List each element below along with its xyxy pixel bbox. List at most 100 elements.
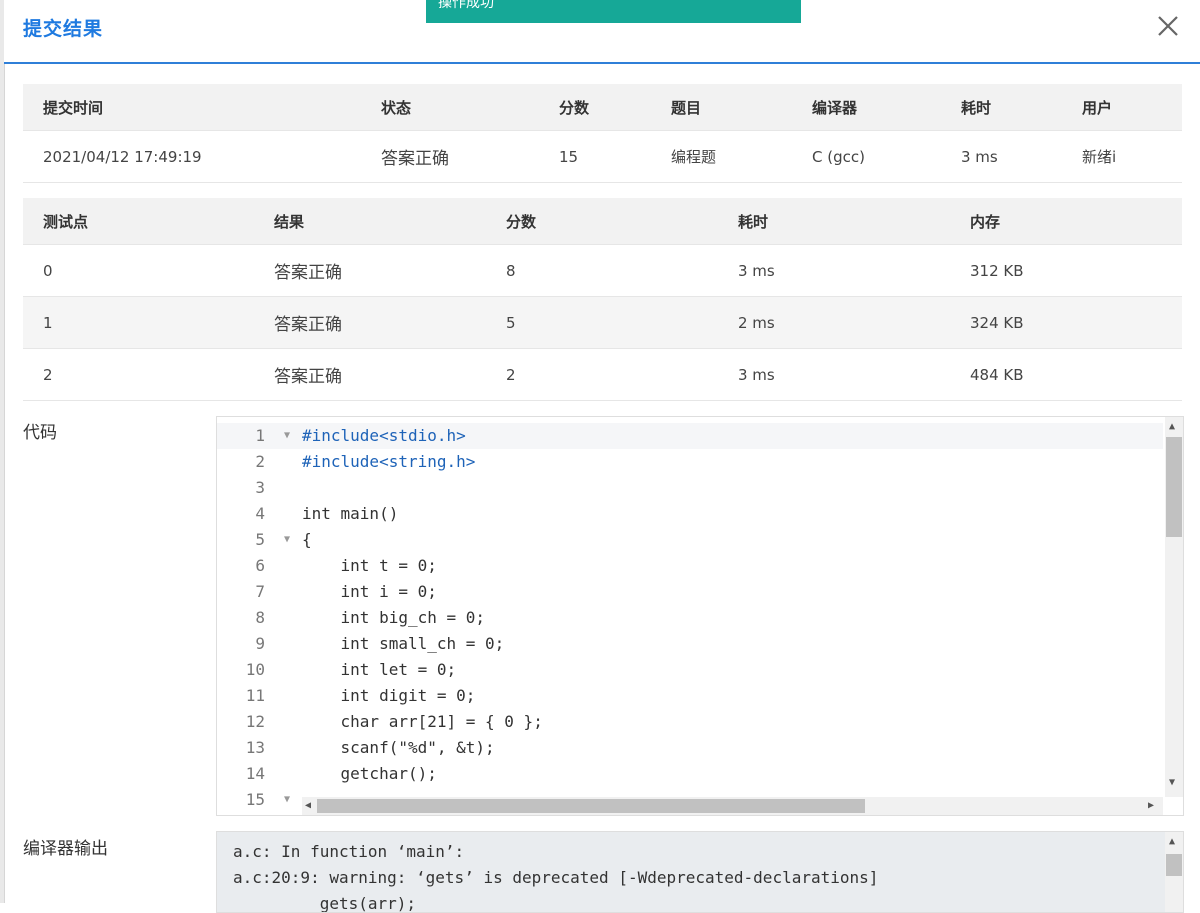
scroll-up-icon[interactable]: ▲ — [1169, 421, 1175, 432]
col-time: 耗时 — [941, 84, 1062, 131]
line-number: 3 — [255, 478, 265, 497]
line-number: 15 — [245, 790, 265, 809]
code-line: 14 getchar(); — [217, 761, 1163, 787]
code-text: int main() — [302, 504, 399, 523]
line-number: 10 — [245, 660, 265, 679]
code-horizontal-scroll-thumb[interactable] — [317, 799, 865, 813]
elapsed-time: 3 ms — [941, 130, 1062, 183]
code-line: 6 int t = 0; — [217, 553, 1163, 579]
test-cases-table: 测试点 结果 分数 耗时 内存 0 答案正确 8 3 ms 312 KB 1 答… — [23, 198, 1182, 401]
col-submit-time: 提交时间 — [23, 84, 361, 131]
line-number: 12 — [245, 712, 265, 731]
line-number: 8 — [255, 608, 265, 627]
code-line: 2 #include<string.h> — [217, 449, 1163, 475]
line-number: 13 — [245, 738, 265, 757]
table-row: 1 答案正确 5 2 ms 324 KB — [23, 296, 1182, 349]
output-line: a.c: In function ‘main’: — [233, 842, 465, 861]
close-button[interactable] — [1154, 12, 1182, 40]
summary-header-row: 提交时间 状态 分数 题目 编译器 耗时 用户 — [23, 84, 1182, 131]
fold-arrow-icon[interactable]: ▼ — [284, 527, 290, 553]
scroll-up-icon[interactable]: ▲ — [1169, 836, 1175, 847]
testcase-time: 3 ms — [718, 348, 950, 401]
success-toast: 操作成功 — [426, 0, 801, 23]
output-scroll-thumb[interactable] — [1166, 854, 1182, 876]
line-number: 11 — [245, 686, 265, 705]
col-status: 状态 — [361, 84, 539, 131]
testcase-memory: 484 KB — [950, 348, 1182, 401]
col-compiler: 编译器 — [792, 84, 941, 131]
code-line: 1 ▼ #include<stdio.h> — [217, 423, 1163, 449]
code-text: int small_ch = 0; — [302, 634, 505, 653]
code-vertical-scrollbar[interactable]: ▲ ▼ — [1165, 417, 1183, 797]
status-text: 答案正确 — [361, 130, 539, 183]
modal-title: 提交结果 — [23, 18, 104, 40]
col-time: 耗时 — [718, 198, 950, 245]
testcase-id: 0 — [23, 244, 254, 297]
col-user: 用户 — [1062, 84, 1182, 131]
table-row: 2 答案正确 2 3 ms 484 KB — [23, 348, 1182, 401]
code-line: 10 int let = 0; — [217, 657, 1163, 683]
col-result: 结果 — [254, 198, 486, 245]
testcase-score: 5 — [486, 296, 718, 349]
code-line: 11 int digit = 0; — [217, 683, 1163, 709]
code-editor[interactable]: 1 ▼ #include<stdio.h> 2 #include<string.… — [216, 416, 1184, 816]
code-line: 12 char arr[21] = { 0 }; — [217, 709, 1163, 735]
testcase-memory: 324 KB — [950, 296, 1182, 349]
line-number: 2 — [255, 452, 265, 471]
testcase-result: 答案正确 — [254, 244, 486, 297]
submit-time: 2021/04/12 17:49:19 — [23, 130, 361, 183]
tests-header-row: 测试点 结果 分数 耗时 内存 — [23, 198, 1182, 245]
line-number: 6 — [255, 556, 265, 575]
testcase-id: 1 — [23, 296, 254, 349]
line-number: 7 — [255, 582, 265, 601]
code-text: int i = 0; — [302, 582, 437, 601]
output-line: a.c:20:9: warning: ‘gets’ is deprecated … — [233, 868, 879, 887]
compiler-name: C (gcc) — [792, 130, 941, 183]
code-vertical-scroll-thumb[interactable] — [1166, 437, 1182, 537]
fold-arrow-icon[interactable]: ▼ — [284, 423, 290, 449]
scroll-left-icon[interactable]: ◀ — [305, 800, 311, 811]
table-row: 0 答案正确 8 3 ms 312 KB — [23, 244, 1182, 297]
code-text: char arr[21] = { 0 }; — [302, 712, 543, 731]
code-line: 7 int i = 0; — [217, 579, 1163, 605]
code-text: int let = 0; — [302, 660, 457, 679]
testcase-time: 3 ms — [718, 244, 950, 297]
testcase-memory: 312 KB — [950, 244, 1182, 297]
fold-arrow-icon[interactable]: ▼ — [284, 787, 290, 813]
testcase-time: 2 ms — [718, 296, 950, 349]
problem-name: 编程题 — [651, 130, 792, 183]
col-score: 分数 — [539, 84, 651, 131]
line-number: 1 — [255, 426, 265, 445]
testcase-result: 答案正确 — [254, 348, 486, 401]
line-number: 4 — [255, 504, 265, 523]
summary-row: 2021/04/12 17:49:19 答案正确 15 编程题 C (gcc) … — [23, 130, 1182, 183]
user-name: 新绪i — [1062, 130, 1182, 183]
code-label: 代码 — [23, 423, 57, 443]
compiler-output-box[interactable]: a.c: In function ‘main’: a.c:20:9: warni… — [216, 831, 1184, 913]
testcase-result: 答案正确 — [254, 296, 486, 349]
output-vertical-scrollbar[interactable]: ▲ — [1165, 832, 1183, 912]
code-line: 4 int main() — [217, 501, 1163, 527]
code-text: #include<stdio.h> — [302, 426, 466, 445]
code-text: int big_ch = 0; — [302, 608, 486, 627]
col-score: 分数 — [486, 198, 718, 245]
code-horizontal-scrollbar[interactable]: ◀ ▶ — [302, 797, 1163, 815]
code-line: 9 int small_ch = 0; — [217, 631, 1163, 657]
code-text: int t = 0; — [302, 556, 437, 575]
code-line: 3 — [217, 475, 1163, 501]
score: 15 — [539, 130, 651, 183]
close-icon — [1158, 16, 1178, 36]
testcase-score: 2 — [486, 348, 718, 401]
code-text: { — [302, 530, 312, 549]
line-number: 14 — [245, 764, 265, 783]
col-memory: 内存 — [950, 198, 1182, 245]
code-text: #include<string.h> — [302, 452, 476, 471]
code-text: int digit = 0; — [302, 686, 476, 705]
scroll-right-icon[interactable]: ▶ — [1148, 800, 1154, 811]
code-line: 13 scanf("%d", &t); — [217, 735, 1163, 761]
line-number: 5 — [255, 530, 265, 549]
code-line: 5 ▼ { — [217, 527, 1163, 553]
code-text: getchar(); — [302, 764, 437, 783]
line-number: 9 — [255, 634, 265, 653]
scroll-down-icon[interactable]: ▼ — [1169, 777, 1175, 788]
